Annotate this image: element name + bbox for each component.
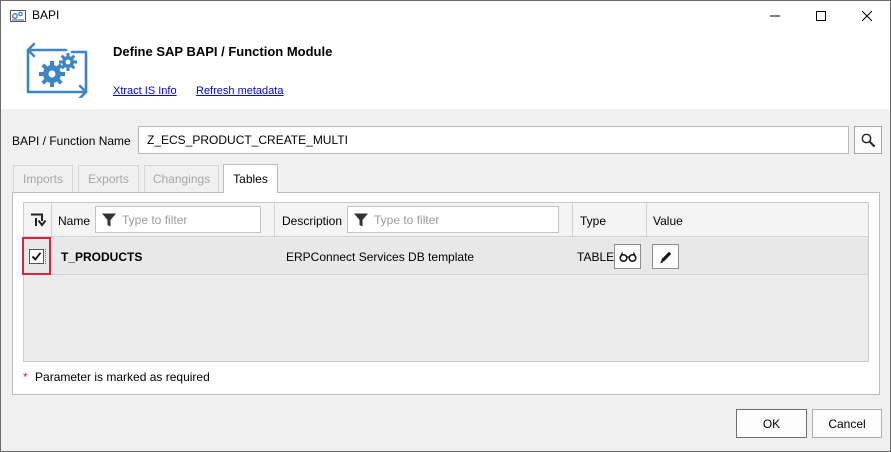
xtract-is-info-link[interactable]: Xtract IS Info <box>113 85 177 97</box>
name-filter-input[interactable] <box>122 212 252 227</box>
description-filter-input[interactable] <box>374 212 504 227</box>
filter-icon <box>102 213 116 226</box>
tab-tables[interactable]: Tables <box>223 164 278 193</box>
row-name: T_PRODUCTS <box>61 250 143 264</box>
tab-changings[interactable]: Changings <box>144 165 219 192</box>
required-marker: * <box>23 370 28 384</box>
pencil-edit-icon <box>659 251 671 263</box>
cancel-button[interactable]: Cancel <box>812 409 882 438</box>
maximize-icon <box>816 11 826 21</box>
close-button[interactable] <box>844 1 890 31</box>
grid-header: Name Description Type Value <box>24 203 868 237</box>
title-bar: BAPI <box>1 1 890 31</box>
required-note-text: Parameter is marked as required <box>35 370 210 384</box>
name-filter[interactable] <box>95 206 261 233</box>
checkbox-highlight-annotation <box>22 237 51 275</box>
view-glasses-icon <box>618 251 637 262</box>
dialog-header: Define SAP BAPI / Function Module Xtract… <box>1 31 890 109</box>
table-row[interactable]: T_PRODUCTS ERPConnect Services DB templa… <box>22 237 868 275</box>
function-name-input[interactable]: Z_ECS_PRODUCT_CREATE_MULTI <box>138 126 849 154</box>
close-icon <box>862 11 872 21</box>
bapi-dialog: BAPI Define SAP BAPI / Function Module X… <box>0 0 891 452</box>
edit-value-button[interactable] <box>652 244 679 269</box>
column-header-value: Value <box>653 214 683 228</box>
function-name-label: BAPI / Function Name <box>12 134 131 148</box>
refresh-metadata-link[interactable]: Refresh metadata <box>196 85 283 97</box>
parameters-grid: Name Description Type Value T_PRODUCTS <box>22 202 869 362</box>
column-header-type: Type <box>580 214 607 228</box>
tab-exports[interactable]: Exports <box>78 165 139 192</box>
minimize-button[interactable] <box>752 1 798 31</box>
gears-exchange-icon <box>26 42 88 98</box>
tab-imports[interactable]: Imports <box>13 165 73 192</box>
view-structure-button[interactable] <box>614 244 641 269</box>
selection-arrow-icon[interactable] <box>30 212 46 228</box>
column-header-description: Description <box>282 214 343 228</box>
search-button[interactable] <box>854 126 882 154</box>
dialog-heading: Define SAP BAPI / Function Module <box>113 44 333 59</box>
bapi-window-icon <box>10 10 26 22</box>
filter-icon <box>354 213 368 226</box>
description-filter[interactable] <box>347 206 559 233</box>
search-icon <box>861 133 875 147</box>
minimize-icon <box>770 15 780 17</box>
row-description: ERPConnect Services DB template <box>286 250 475 264</box>
window-title: BAPI <box>32 8 60 22</box>
maximize-button[interactable] <box>798 1 844 31</box>
column-header-name: Name <box>58 214 91 228</box>
row-type: TABLE <box>577 250 615 264</box>
required-parameter-note: * Parameter is marked as required <box>23 370 210 384</box>
ok-button[interactable]: OK <box>736 409 807 438</box>
